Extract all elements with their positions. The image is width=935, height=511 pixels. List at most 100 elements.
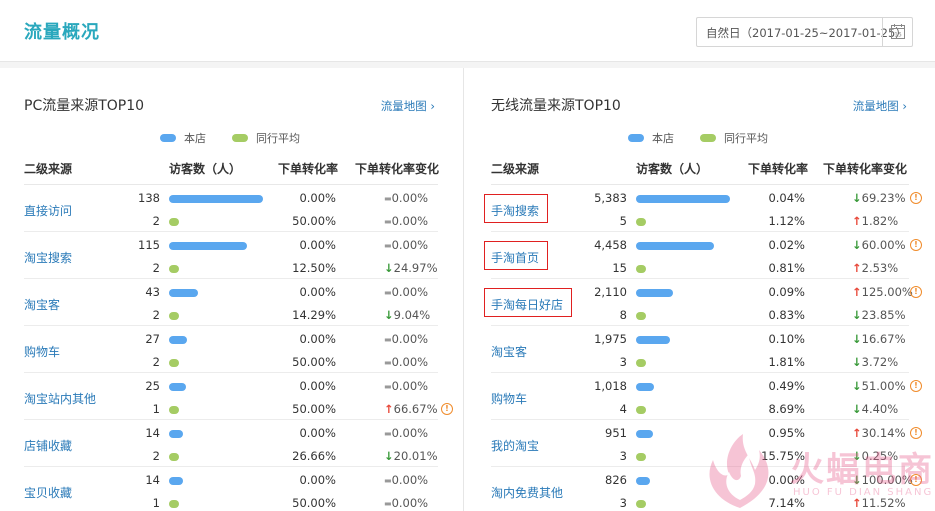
source-link[interactable]: 淘宝客 <box>24 296 60 313</box>
flat-dash-icon: ▬ <box>384 288 392 297</box>
peer-conversion-rate: 0.81% <box>768 261 805 275</box>
arrow-down-icon: ↓ <box>852 379 862 393</box>
store-conversion-rate: 0.09% <box>768 285 805 299</box>
change-value: 0.25% <box>861 449 899 463</box>
store-conversion-rate: 0.00% <box>299 191 336 205</box>
warning-icon[interactable]: ! <box>910 239 922 251</box>
store-conversion-change: ▬0.00% <box>384 191 428 205</box>
peer-conversion-change: ▬0.00% <box>384 214 428 228</box>
peer-visitors: 15 <box>612 261 627 275</box>
peer-visitors-bar <box>636 406 646 414</box>
pc-traffic-panel: PC流量来源TOP10 流量地图 › 本店 同行平均 二级来源 访客数（人） 下… <box>0 68 464 511</box>
warning-icon[interactable]: ! <box>441 403 453 415</box>
mobile-traffic-panel: 无线流量来源TOP10 流量地图 › 本店 同行平均 二级来源 访客数（人） 下… <box>465 68 935 511</box>
peer-conversion-rate: 12.50% <box>292 261 336 275</box>
peer-visitors: 2 <box>152 214 160 228</box>
source-link[interactable]: 直接访问 <box>24 202 72 219</box>
legend-peer-label: 同行平均 <box>724 132 768 145</box>
store-visitors: 826 <box>605 473 627 487</box>
highlight-box <box>484 241 548 270</box>
store-visitors-bar <box>636 336 670 344</box>
store-visitors-bar <box>169 430 183 438</box>
store-visitors: 1,018 <box>594 379 627 393</box>
pc-map-link-label: 流量地图 <box>380 99 427 113</box>
col-head-conv-change: 下单转化率变化 <box>823 162 908 176</box>
peer-visitors-bar <box>636 265 646 273</box>
peer-conversion-change: ↑11.52% <box>852 496 906 510</box>
date-range-picker[interactable]: 自然日（2017-01-25~2017-01-25） 15 <box>696 17 913 47</box>
peer-conversion-change: ↓23.85% <box>852 308 906 322</box>
peer-visitors-bar <box>169 312 179 320</box>
table-row: 我的淘宝 951 0.95% ↑30.14%! 3 15.75% ↓0.25% <box>465 420 935 467</box>
warning-icon[interactable]: ! <box>910 474 922 486</box>
change-value: 0.00% <box>391 379 429 393</box>
mobile-traffic-map-link[interactable]: 流量地图 › <box>853 98 907 114</box>
peer-visitors: 3 <box>619 355 627 369</box>
change-value: 125.00% <box>861 285 913 299</box>
legend-peer: 同行平均 <box>700 130 768 146</box>
arrow-down-icon: ↓ <box>852 191 862 205</box>
source-link[interactable]: 购物车 <box>491 390 527 407</box>
legend-store: 本店 <box>160 130 206 146</box>
warning-icon[interactable]: ! <box>910 380 922 392</box>
source-link[interactable]: 我的淘宝 <box>491 437 539 454</box>
change-value: 24.97% <box>393 261 438 275</box>
store-visitors: 14 <box>145 473 160 487</box>
legend-store: 本店 <box>628 130 674 146</box>
store-conversion-change: ↓60.00% <box>852 238 906 252</box>
source-link[interactable]: 购物车 <box>24 343 60 360</box>
arrow-up-icon: ↑ <box>852 285 862 299</box>
peer-conversion-change: ▬0.00% <box>384 496 428 510</box>
source-link[interactable]: 淘内免费其他 <box>491 484 563 501</box>
peer-visitors-bar <box>636 453 646 461</box>
source-link[interactable]: 淘宝站内其他 <box>24 390 96 407</box>
store-visitors-bar <box>636 383 654 391</box>
peer-conversion-rate: 26.66% <box>292 449 336 463</box>
store-visitors-bar <box>636 477 650 485</box>
store-conversion-change: ▬0.00% <box>384 473 428 487</box>
col-head-visitors: 访客数（人） <box>169 162 242 176</box>
store-conversion-change: ↓51.00% <box>852 379 906 393</box>
peer-conversion-rate: 8.69% <box>768 402 805 416</box>
col-head-conv: 下单转化率 <box>278 162 339 176</box>
warning-icon[interactable]: ! <box>910 286 922 298</box>
store-visitors: 25 <box>145 379 160 393</box>
page-title: 流量概况 <box>24 22 100 43</box>
peer-conversion-change: ↓9.04% <box>384 308 430 322</box>
highlight-box <box>484 288 572 317</box>
peer-conversion-rate: 1.81% <box>768 355 805 369</box>
source-link[interactable]: 淘宝客 <box>491 343 527 360</box>
calendar-button[interactable]: 15 <box>882 18 912 46</box>
flat-dash-icon: ▬ <box>384 499 392 508</box>
table-row: 直接访问 138 0.00% ▬0.00% 2 50.00% ▬0.00% <box>0 185 463 232</box>
flat-dash-icon: ▬ <box>384 476 392 485</box>
change-value: 69.23% <box>861 191 906 205</box>
warning-icon[interactable]: ! <box>910 427 922 439</box>
table-row: 手淘首页 4,458 0.02% ↓60.00%! 15 0.81% ↑2.53% <box>465 232 935 279</box>
table-row: 淘宝客 1,975 0.10% ↓16.67% 3 1.81% ↓3.72% <box>465 326 935 373</box>
store-visitors-bar <box>636 195 730 203</box>
store-conversion-change: ↑30.14% <box>852 426 906 440</box>
pc-traffic-map-link[interactable]: 流量地图 › <box>381 98 435 114</box>
change-value: 60.00% <box>861 238 906 252</box>
warning-icon[interactable]: ! <box>910 192 922 204</box>
legend-store-label: 本店 <box>184 132 206 145</box>
peer-visitors-bar <box>636 312 646 320</box>
change-value: 20.01% <box>393 449 438 463</box>
store-visitors: 951 <box>605 426 627 440</box>
legend-peer-swatch <box>700 134 716 142</box>
store-conversion-change: ▬0.00% <box>384 238 428 252</box>
peer-conversion-change: ↑2.53% <box>852 261 898 275</box>
peer-visitors-bar <box>169 500 179 508</box>
source-link[interactable]: 淘宝搜索 <box>24 249 72 266</box>
change-value: 2.53% <box>861 261 899 275</box>
arrow-down-icon: ↓ <box>384 261 394 275</box>
peer-conversion-rate: 50.00% <box>292 355 336 369</box>
store-conversion-rate: 0.00% <box>299 285 336 299</box>
source-link[interactable]: 店铺收藏 <box>24 437 72 454</box>
peer-conversion-rate: 0.83% <box>768 308 805 322</box>
change-value: 1.82% <box>861 214 899 228</box>
source-link[interactable]: 宝贝收藏 <box>24 484 72 501</box>
store-conversion-change: ↑125.00% <box>852 285 913 299</box>
arrow-down-icon: ↓ <box>852 308 862 322</box>
